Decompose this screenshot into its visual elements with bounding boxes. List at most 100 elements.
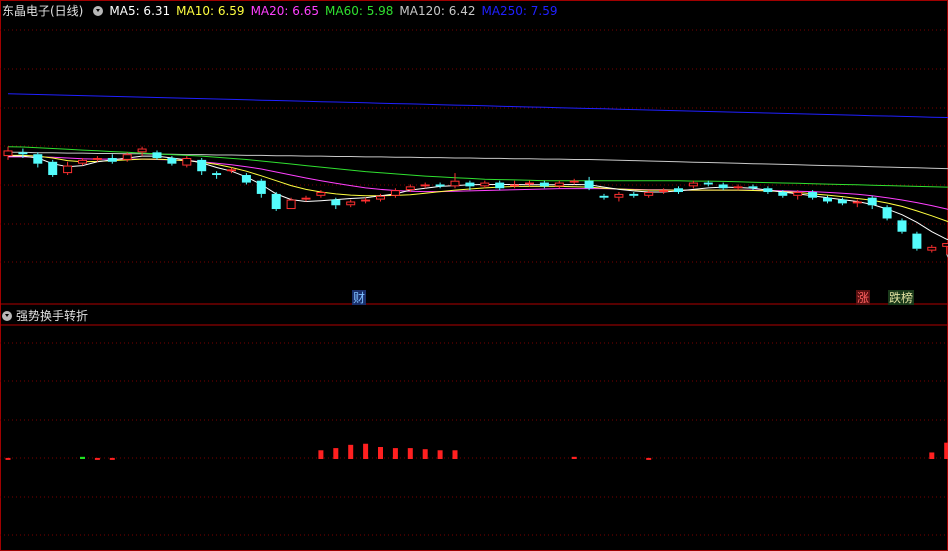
candle-body	[629, 193, 639, 196]
indicator-bar	[109, 457, 115, 460]
ma250-line	[7, 93, 948, 119]
candle-body	[867, 197, 877, 206]
indicator-bar	[378, 447, 383, 459]
candle	[48, 159, 58, 177]
indicator-bar	[392, 448, 398, 459]
candle-body	[63, 165, 73, 174]
candle	[912, 231, 922, 251]
candle	[584, 176, 594, 191]
candle-body	[450, 180, 460, 187]
candle-body	[346, 201, 356, 206]
stock-chart-window: 10.004.27财涨跌榜 东晶电子(日线)MA5: 6.31MA10: 6.5…	[0, 0, 948, 551]
candle-body	[808, 192, 818, 198]
candle-body	[167, 158, 177, 164]
indicator-bar	[318, 450, 324, 459]
chevron-down-icon[interactable]	[93, 6, 104, 16]
candle	[346, 199, 356, 208]
ma10-line	[8, 154, 948, 223]
candle	[882, 205, 892, 221]
candle-body	[823, 197, 832, 202]
candle-body	[599, 195, 609, 198]
tag-rank: 跌榜	[888, 290, 914, 305]
candle	[212, 171, 222, 179]
indicator-bar	[422, 449, 428, 459]
candle	[33, 152, 43, 168]
candle	[629, 192, 639, 198]
tag-rise: 涨	[856, 290, 870, 305]
candle	[674, 186, 683, 194]
candle-body	[778, 192, 788, 196]
candle-body	[182, 158, 192, 166]
candle-body	[852, 201, 862, 204]
indicator-bar	[348, 444, 354, 459]
candle-body	[644, 192, 654, 196]
tag-rise-text: 涨	[857, 290, 869, 305]
indicator-bar	[5, 457, 11, 460]
candle-body	[525, 182, 534, 185]
ma5-line	[8, 155, 948, 240]
ma60-line	[7, 146, 948, 188]
candle-body	[659, 190, 669, 193]
candle	[137, 146, 147, 157]
candle	[197, 158, 207, 176]
indicator-bar	[929, 452, 935, 459]
candle-body	[793, 192, 803, 196]
candle-body	[882, 207, 892, 219]
candle	[867, 195, 877, 210]
candle	[897, 218, 907, 234]
indicator-title: 强势换手转折	[16, 309, 89, 323]
candle-body	[420, 184, 430, 187]
candle-body	[78, 159, 87, 164]
candle-body	[18, 152, 28, 155]
candle-body	[361, 199, 371, 202]
candle	[554, 180, 564, 189]
indicator-bar	[80, 456, 85, 459]
candle-body	[539, 182, 549, 187]
candle-body	[465, 182, 475, 187]
candle-body	[718, 184, 728, 189]
indicator-bar	[333, 448, 339, 459]
candle-body	[331, 199, 341, 206]
candle-body	[33, 154, 43, 164]
ma250-label: MA250: 7.59	[481, 4, 558, 18]
candle-body	[435, 184, 445, 187]
chart-canvas[interactable]: 10.004.27财涨跌榜	[0, 0, 948, 551]
chart-frame	[0, 0, 948, 551]
candle-body	[376, 195, 385, 200]
candle-body	[137, 148, 147, 153]
indicator-bar	[437, 450, 443, 459]
candle-body	[733, 186, 743, 189]
candle-body	[480, 182, 490, 187]
ma120-label: MA120: 6.42	[399, 4, 476, 18]
candle-body	[748, 186, 758, 189]
candle-body	[3, 150, 13, 157]
chevron-down-icon[interactable]	[2, 311, 12, 321]
candle-body	[674, 188, 683, 193]
candle-body	[390, 190, 400, 196]
indicator-bar	[944, 442, 948, 459]
candle-body	[569, 180, 579, 183]
indicator-bar	[646, 457, 652, 460]
candle-body	[942, 243, 948, 247]
candle-body	[271, 193, 281, 210]
candle-body	[837, 199, 847, 204]
indicator-bar	[363, 443, 369, 459]
candle	[390, 188, 400, 198]
candle	[495, 180, 505, 191]
candle-body	[495, 182, 505, 189]
candle-body	[912, 233, 922, 249]
candle-body	[92, 158, 102, 160]
ma60-label: MA60: 5.98	[325, 4, 394, 18]
candle	[107, 154, 117, 164]
candle-body	[122, 154, 132, 160]
candle	[525, 180, 534, 187]
candle	[3, 146, 13, 160]
candle	[182, 156, 192, 168]
indicator-header: 强势换手转折	[0, 307, 88, 324]
candle-body	[197, 159, 207, 172]
candle	[659, 188, 669, 194]
tag-rank-text: 跌榜	[889, 290, 913, 305]
candle-body	[554, 182, 564, 187]
candle	[599, 193, 609, 200]
candle-body	[316, 192, 326, 196]
